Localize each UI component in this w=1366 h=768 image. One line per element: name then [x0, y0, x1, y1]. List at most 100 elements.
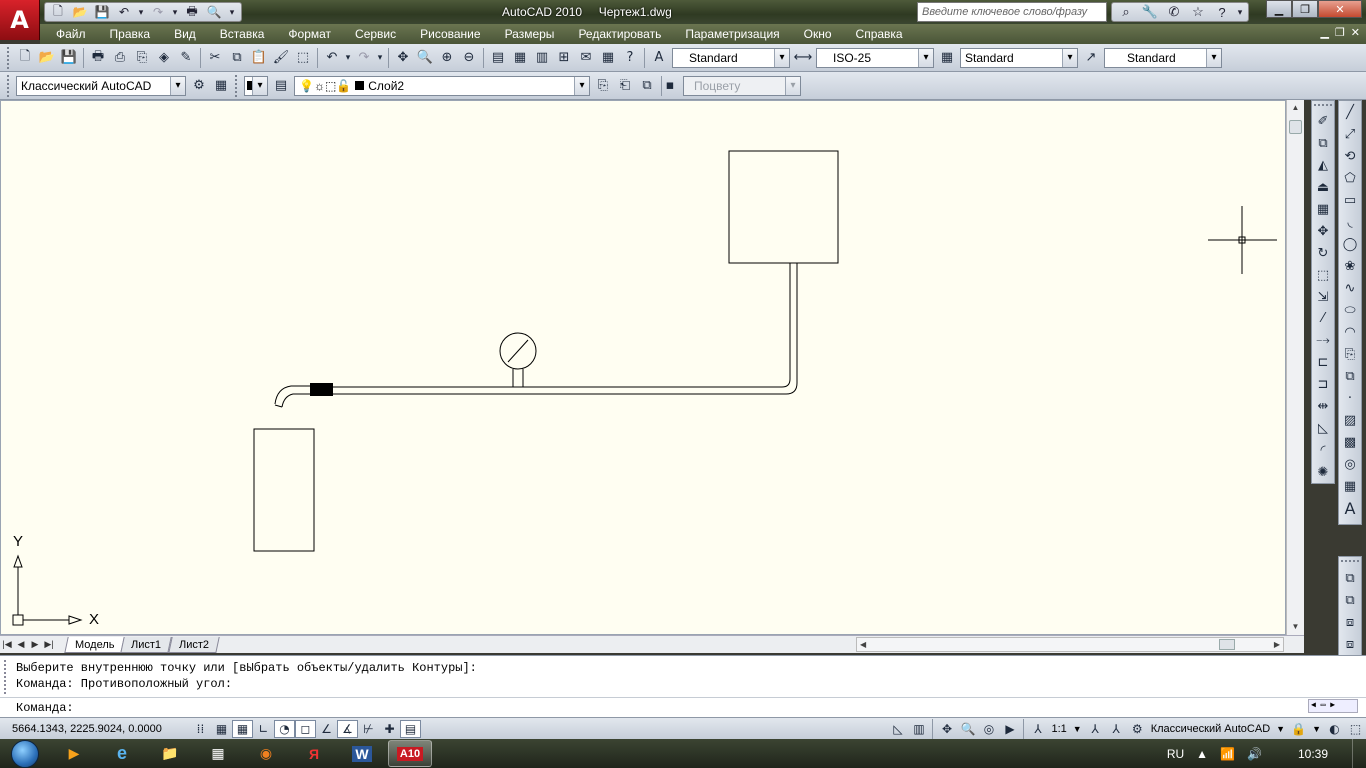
tool-palettes-icon[interactable]: ▥: [531, 47, 553, 69]
paste-icon[interactable]: 📋: [248, 47, 270, 69]
insert-block-icon[interactable]: ⎘: [1339, 343, 1361, 365]
help-icon[interactable]: ?: [1211, 5, 1233, 20]
drawing-canvas[interactable]: Y X: [0, 100, 1286, 635]
pipe-bend-outer[interactable]: [274, 385, 310, 405]
menu-draw[interactable]: Рисование: [408, 24, 492, 44]
layer-select[interactable]: 💡 ☼ ⬚ 🔓 Слой2: [294, 75, 590, 96]
workspace-grid-icon[interactable]: ▦: [210, 75, 232, 97]
menu-insert[interactable]: Вставка: [208, 24, 277, 44]
explode-icon[interactable]: ✺: [1312, 461, 1334, 483]
redo-icon[interactable]: ↷: [148, 3, 168, 21]
scale-icon[interactable]: ⬚: [1312, 264, 1334, 286]
menu-parametric[interactable]: Параметризация: [673, 24, 791, 44]
layer-states-icon[interactable]: ⧉: [636, 75, 658, 97]
gradient-icon[interactable]: ▩: [1339, 431, 1361, 453]
table-icon[interactable]: ▦: [1339, 475, 1361, 497]
tab-model[interactable]: Модель: [64, 636, 126, 653]
taskbar-word[interactable]: W: [340, 740, 384, 767]
join-icon[interactable]: ⇹: [1312, 396, 1334, 418]
doc-restore-icon[interactable]: ❐: [1335, 26, 1345, 39]
multileader-style-select[interactable]: Standard: [1104, 47, 1222, 68]
annotation-visibility-icon[interactable]: ⅄: [1085, 720, 1106, 738]
application-menu-button[interactable]: A: [0, 0, 40, 40]
arc-icon[interactable]: ◟: [1339, 211, 1361, 233]
infocenter-search-input[interactable]: Введите ключевое слово/фразу: [917, 2, 1107, 22]
plot-preview-icon[interactable]: 🔍: [204, 3, 224, 21]
prev-tab-icon[interactable]: ◀: [14, 639, 28, 650]
dim-style-select[interactable]: ISO-25: [816, 47, 934, 68]
break-icon[interactable]: ⊐: [1312, 374, 1334, 396]
command-scrollbar[interactable]: ◀ ▭ ▶: [1308, 699, 1358, 713]
zoom-icon[interactable]: 🔍: [957, 720, 978, 738]
scroll-left-icon[interactable]: ◀: [860, 638, 866, 651]
text-style-select[interactable]: Standard: [672, 47, 790, 68]
close-button[interactable]: ✕: [1318, 0, 1362, 18]
pan-icon[interactable]: ✥: [392, 47, 414, 69]
properties-icon[interactable]: ▤: [487, 47, 509, 69]
network-icon[interactable]: 📶: [1214, 747, 1241, 761]
3d-object-snap-icon[interactable]: ∠: [316, 720, 337, 738]
restore-button[interactable]: ❐: [1292, 0, 1318, 18]
menu-window[interactable]: Окно: [792, 24, 844, 44]
help-dropdown-icon[interactable]: ▾: [1235, 7, 1245, 18]
undo-icon[interactable]: ↶: [321, 47, 343, 69]
tray-expand-icon[interactable]: ▲: [1190, 747, 1214, 761]
rotate-icon[interactable]: ↻: [1312, 242, 1334, 264]
minimize-button[interactable]: ▁: [1266, 0, 1292, 18]
infer-constraints-icon[interactable]: ⁞⁞: [190, 720, 211, 738]
scroll-right-icon[interactable]: ▶: [1274, 638, 1280, 651]
fillet-icon[interactable]: ◜: [1312, 439, 1334, 461]
construction-line-icon[interactable]: ⤢: [1339, 123, 1361, 145]
vertical-scrollbar[interactable]: ▲ ▼: [1286, 100, 1304, 635]
isolate-objects-icon[interactable]: ◐: [1324, 720, 1345, 738]
send-under-icon[interactable]: ⧈: [1339, 633, 1361, 655]
table-style-select[interactable]: Standard: [960, 47, 1078, 68]
redo-icon[interactable]: ↷: [353, 47, 375, 69]
layer-properties-icon[interactable]: ▤: [270, 75, 292, 97]
linetype-color-icon[interactable]: ▪: [665, 75, 675, 97]
trim-icon[interactable]: ⁄: [1312, 308, 1334, 330]
annotation-scale-icon[interactable]: ⅄: [1027, 720, 1048, 738]
workspace-select[interactable]: Классический AutoCAD: [16, 75, 186, 96]
pipe-inner-line[interactable]: [333, 263, 798, 395]
dynamic-ucs-icon[interactable]: ⊬: [358, 720, 379, 738]
ellipse-icon[interactable]: ⬭: [1339, 299, 1361, 321]
workspace-switching-icon[interactable]: ⚙: [1127, 720, 1148, 738]
object-snap-icon[interactable]: ◻: [295, 719, 316, 738]
redo-dropdown-icon[interactable]: ▾: [170, 3, 180, 21]
undo-icon[interactable]: ↶: [114, 3, 134, 21]
workspace-settings-icon[interactable]: ⚙: [188, 75, 210, 97]
design-center-icon[interactable]: ▦: [509, 47, 531, 69]
chamfer-icon[interactable]: ◺: [1312, 417, 1334, 439]
break-at-point-icon[interactable]: ⊏: [1312, 352, 1334, 374]
binoculars-icon[interactable]: ⌕: [1115, 4, 1137, 20]
pipe-bend-inner[interactable]: [281, 393, 310, 408]
extend-icon[interactable]: ⤍: [1312, 330, 1334, 352]
table-style-icon[interactable]: ▦: [936, 47, 958, 69]
next-tab-icon[interactable]: ▶: [28, 639, 42, 650]
steering-wheel-icon[interactable]: ◎: [978, 720, 999, 738]
redo-dropdown-icon[interactable]: ▾: [375, 47, 385, 69]
showmotion-icon[interactable]: ▶: [999, 720, 1020, 738]
hatch-icon[interactable]: ▨: [1339, 409, 1361, 431]
ellipse-arc-icon[interactable]: ◠: [1339, 321, 1361, 343]
plot-icon[interactable]: 🖶: [87, 47, 109, 69]
show-desktop-button[interactable]: [1352, 739, 1366, 768]
toolbar-grip[interactable]: [7, 74, 11, 97]
save-icon[interactable]: 💾: [58, 47, 80, 69]
taskbar-calculator[interactable]: ▦: [196, 740, 240, 767]
model-space-icon[interactable]: ◺: [887, 720, 908, 738]
undo-dropdown-icon[interactable]: ▾: [343, 47, 353, 69]
pipe-outer-line[interactable]: [333, 263, 791, 388]
multileader-style-icon[interactable]: ↗: [1080, 47, 1102, 69]
pan-icon[interactable]: ✥: [936, 720, 957, 738]
favorites-icon[interactable]: ☆: [1187, 4, 1209, 20]
dim-style-icon[interactable]: ⟷: [792, 47, 814, 69]
erase-icon[interactable]: ✐: [1312, 111, 1334, 133]
taskbar-firefox[interactable]: ◉: [244, 740, 288, 767]
color-select[interactable]: П: [244, 75, 268, 96]
taskbar-explorer[interactable]: 📁: [148, 740, 192, 767]
menu-help[interactable]: Справка: [844, 24, 915, 44]
copy-object-icon[interactable]: ⧉: [1312, 133, 1334, 155]
match-properties-icon[interactable]: 🖌: [270, 47, 292, 69]
